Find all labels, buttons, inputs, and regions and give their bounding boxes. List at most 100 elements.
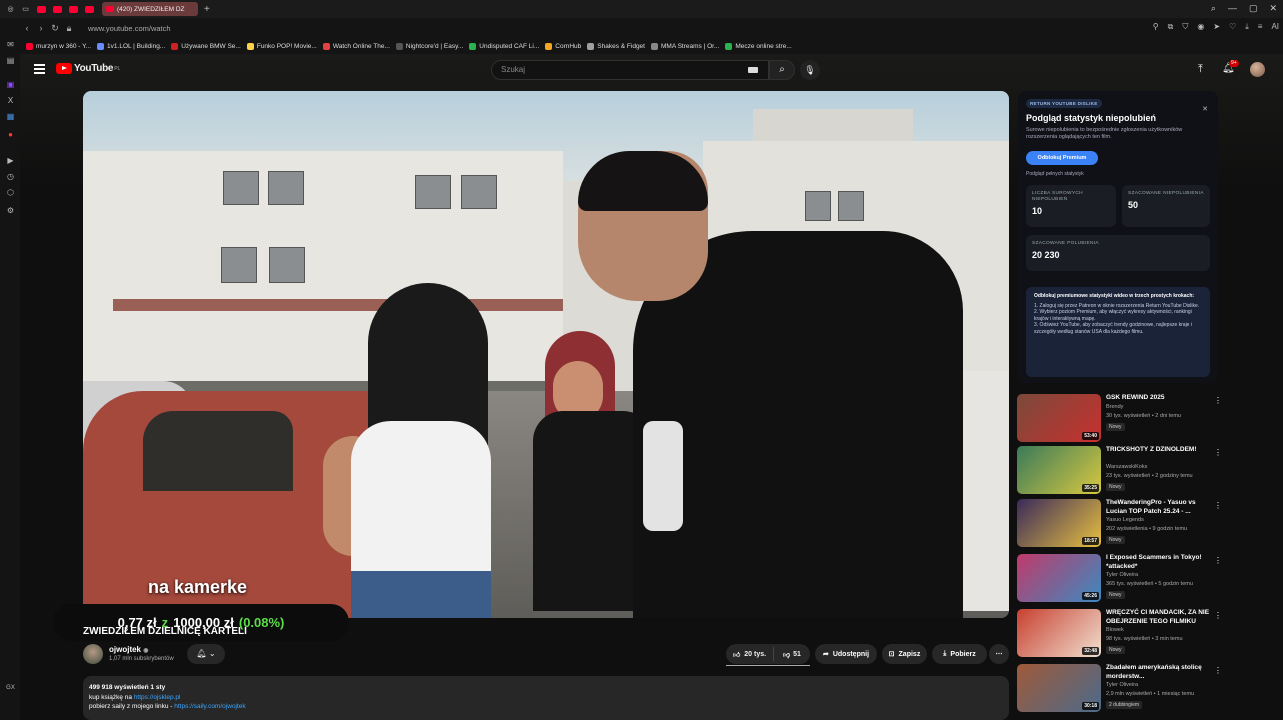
bookmark-item[interactable]: Undisputed CAF Li... — [469, 42, 539, 50]
video-thumbnail[interactable]: 32:48 — [1017, 609, 1101, 657]
twitch-icon[interactable]: ▣ — [6, 80, 15, 89]
active-tab[interactable]: (420) ZWIEDZIŁEM DZ — [102, 2, 198, 16]
bookmark-item[interactable]: Mecze online stre... — [725, 42, 792, 50]
video-thumbnail[interactable]: 45:26 — [1017, 554, 1101, 602]
recommended-channel[interactable]: WarszawskiKoks — [1106, 464, 1147, 470]
tab-youtube-4[interactable] — [85, 5, 94, 13]
history-icon[interactable]: ◷ — [6, 172, 15, 181]
recommended-video[interactable]: 18:57 TheWanderingPro - Yasuo vs Lucian T… — [1017, 499, 1222, 549]
unlock-premium-button[interactable]: Odblokuj Premium — [1026, 151, 1098, 165]
recommended-video[interactable]: 30:18 Zbadałem amerykańską stolicę morder… — [1017, 664, 1222, 714]
bookmark-item[interactable]: MMA Streams | Or... — [650, 42, 719, 50]
more-actions-button[interactable]: ⋯ — [989, 644, 1009, 664]
more-vert-icon[interactable]: ⋮ — [1214, 501, 1222, 510]
save-button[interactable]: ⊡ Zapisz — [882, 644, 927, 664]
minimize-button[interactable]: — — [1228, 3, 1237, 14]
video-thumbnail[interactable]: 18:57 — [1017, 499, 1101, 547]
recommended-channel[interactable]: Brendy — [1106, 404, 1123, 410]
voice-search-button[interactable]: 🎙︎ — [800, 60, 820, 80]
channel-name[interactable]: ojwojtek ◉ — [109, 645, 149, 654]
description-link-shop[interactable]: https://ojsklep.pl — [134, 694, 181, 701]
close-window-button[interactable]: ✕ — [1269, 3, 1277, 14]
account-avatar[interactable] — [1250, 62, 1265, 77]
keyboard-icon[interactable] — [748, 67, 758, 73]
tab-youtube-3[interactable] — [69, 5, 78, 13]
more-vert-icon[interactable]: ⋮ — [1214, 611, 1222, 620]
search-tabs-icon[interactable]: ⌕ — [1211, 3, 1216, 14]
recommended-video[interactable]: 53:40 GSK REWIND 2025 Brendy 30 tys. wyświe… — [1017, 394, 1222, 444]
tab-youtube-2[interactable] — [53, 5, 62, 13]
dislike-button[interactable]: 👎︎ 51 — [774, 650, 810, 659]
vk-icon[interactable]: ▦ — [6, 112, 15, 121]
description-link-saily[interactable]: https://saily.com/ojwojtek — [174, 703, 245, 710]
back-button[interactable]: ‹ — [20, 23, 34, 33]
tab-youtube-1[interactable] — [37, 5, 46, 13]
recommended-channel[interactable]: Blowek — [1106, 627, 1124, 633]
recommended-channel[interactable]: Tyler Oliveira — [1106, 572, 1138, 578]
search-button[interactable]: ⌕ — [769, 60, 795, 80]
forward-button[interactable]: › — [34, 23, 48, 33]
channel-avatar[interactable] — [83, 644, 103, 664]
new-tab-button[interactable]: + — [204, 4, 210, 15]
camera-icon[interactable]: ◉ — [1197, 22, 1204, 32]
subscription-bell-button[interactable]: 🔔︎ ⌄ — [187, 644, 225, 664]
recommended-channel[interactable]: Yasuo Legends — [1106, 517, 1144, 523]
video-player[interactable] — [83, 91, 1009, 618]
reload-button[interactable]: ↻ — [48, 23, 62, 34]
gx-icon[interactable]: GX — [6, 684, 15, 693]
heart-icon[interactable]: ♡ — [1229, 22, 1236, 32]
more-vert-icon[interactable]: ⋮ — [1214, 448, 1222, 457]
more-vert-icon[interactable]: ⋮ — [1214, 556, 1222, 565]
recommended-title[interactable]: TRICKSHOTY Z DZINOLDEM! — [1106, 446, 1212, 455]
recommended-title[interactable]: WRĘCZYĆ CI MANDACIK, ZA NIE OBEJRZENIE T… — [1106, 609, 1212, 626]
video-thumbnail[interactable]: 30:18 — [1017, 664, 1101, 712]
video-thumbnail[interactable]: 53:40 — [1017, 394, 1101, 442]
bookmark-item[interactable]: 1v1.LOL | Building... — [97, 42, 165, 50]
bookmark-item[interactable]: CornHub — [545, 42, 581, 50]
more-vert-icon[interactable]: ⋮ — [1214, 666, 1222, 675]
bookmark-item[interactable]: Używane BMW Se... — [171, 42, 241, 50]
recommended-title[interactable]: GSK REWIND 2025 — [1106, 394, 1212, 403]
recommended-video[interactable]: 45:26 I Exposed Scammers in Tokyo! *attac… — [1017, 554, 1222, 604]
download-icon[interactable]: ⤓ — [1245, 22, 1249, 32]
bookmark-item[interactable]: Watch Online The... — [322, 42, 390, 50]
share-button[interactable]: ➦ Udostępnij — [815, 644, 877, 664]
x-icon[interactable]: X — [6, 96, 15, 105]
youtube-logo[interactable]: YouTube PL — [56, 63, 120, 74]
search-input[interactable]: Szukaj — [491, 60, 769, 80]
bookmark-item[interactable]: Nightcore'd | Easy... — [395, 42, 463, 50]
recommended-channel[interactable]: Tyler Oliveira — [1106, 682, 1138, 688]
hamburger-menu-icon[interactable] — [34, 64, 45, 74]
full-stats-link[interactable]: Podgląd pełnych statystyk — [1026, 171, 1084, 177]
bookmark-item[interactable]: Funko POP! Movie... — [246, 42, 317, 50]
recommended-title[interactable]: I Exposed Scammers in Tokyo! *attacked* — [1106, 554, 1212, 571]
send-icon[interactable]: ➤ — [1213, 22, 1220, 32]
like-button[interactable]: 👍︎ 20 tys. — [726, 647, 774, 661]
extensions-icon[interactable]: ⬡ — [6, 188, 15, 197]
recommended-title[interactable]: TheWanderingPro - Yasuo vs Lucian TOP Pa… — [1106, 499, 1212, 516]
workspace-icon[interactable]: ▭ — [21, 5, 30, 14]
download-button[interactable]: ⤓ Pobierz — [932, 644, 987, 664]
menu-icon[interactable]: ≡ — [1258, 22, 1263, 32]
browser-menu-icon[interactable]: ◎ — [6, 5, 15, 14]
settings-icon[interactable]: ⚙ — [6, 206, 15, 215]
maximize-button[interactable]: ▢ — [1249, 3, 1258, 14]
bookmark-item[interactable]: Shakes & Fidget — [587, 42, 645, 50]
news-icon[interactable]: ▤ — [6, 56, 15, 65]
recommended-video[interactable]: 32:48 WRĘCZYĆ CI MANDACIK, ZA NIE OBEJRZE… — [1017, 609, 1222, 659]
close-icon[interactable]: ✕ — [1202, 105, 1208, 113]
upload-icon[interactable]: ⤒ — [1198, 63, 1203, 76]
bookmark-item[interactable]: murzyn w 360 - Y... — [26, 42, 91, 50]
music-icon[interactable]: ● — [6, 130, 15, 139]
video-thumbnail[interactable]: 35:25 — [1017, 446, 1101, 494]
player-icon[interactable]: ▶ — [6, 156, 15, 165]
pin-icon[interactable]: ⚲ — [1153, 22, 1159, 32]
messenger-icon[interactable]: ✉ — [6, 40, 15, 49]
url-field[interactable]: www.youtube.com/watch — [88, 24, 171, 33]
screenshot-icon[interactable]: ⧉ — [1168, 22, 1174, 32]
more-vert-icon[interactable]: ⋮ — [1214, 396, 1222, 405]
ai-icon[interactable]: AI — [1271, 22, 1279, 32]
recommended-video[interactable]: 35:25 TRICKSHOTY Z DZINOLDEM! WarszawskiKo… — [1017, 446, 1222, 496]
shield-icon[interactable]: ⛉ — [1182, 22, 1188, 32]
recommended-title[interactable]: Zbadałem amerykańską stolicę morderstw..… — [1106, 664, 1212, 681]
